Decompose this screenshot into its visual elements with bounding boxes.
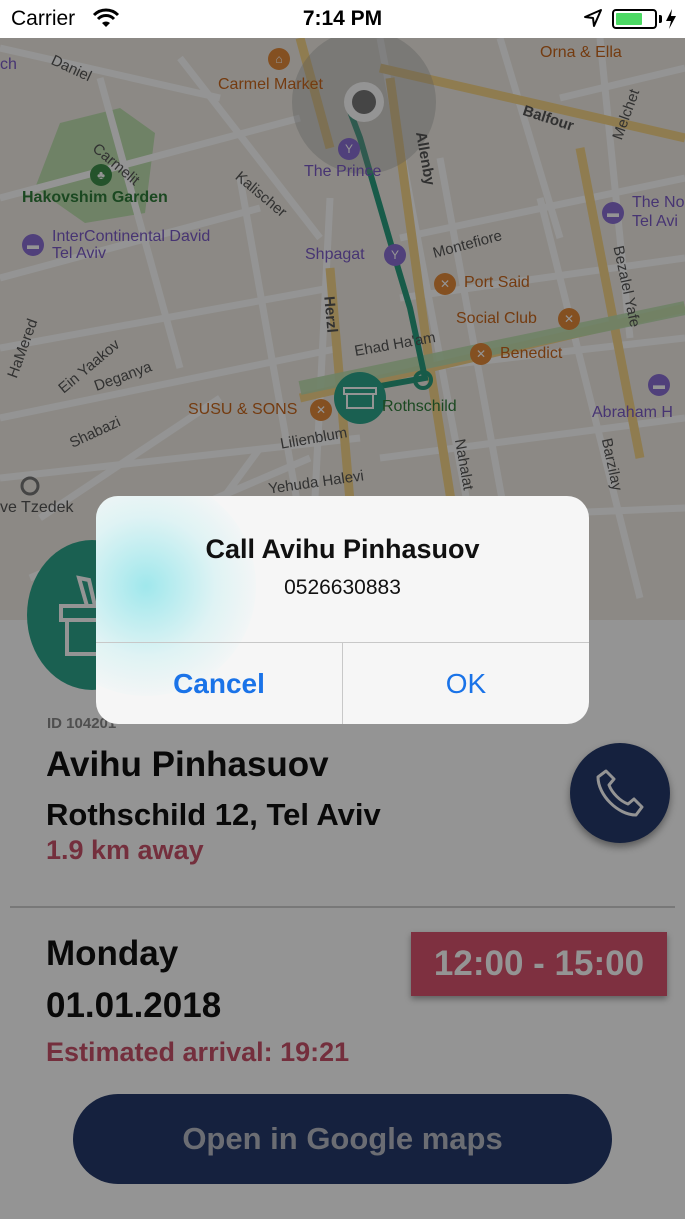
ok-button[interactable]: OK <box>343 643 589 724</box>
call-alert-dialog: Call Avihu Pinhasuov 0526630883 Cancel O… <box>96 496 589 724</box>
status-bar: Carrier 7:14 PM <box>0 0 685 38</box>
cancel-button[interactable]: Cancel <box>96 643 342 724</box>
alert-phone-number: 0526630883 <box>284 576 401 599</box>
charging-bolt-icon <box>666 9 676 29</box>
alert-title: Call Avihu Pinhasuov <box>205 534 480 564</box>
location-arrow-icon <box>584 9 602 27</box>
battery-level <box>616 13 642 25</box>
battery-icon <box>612 9 657 29</box>
battery-tip <box>659 15 662 23</box>
